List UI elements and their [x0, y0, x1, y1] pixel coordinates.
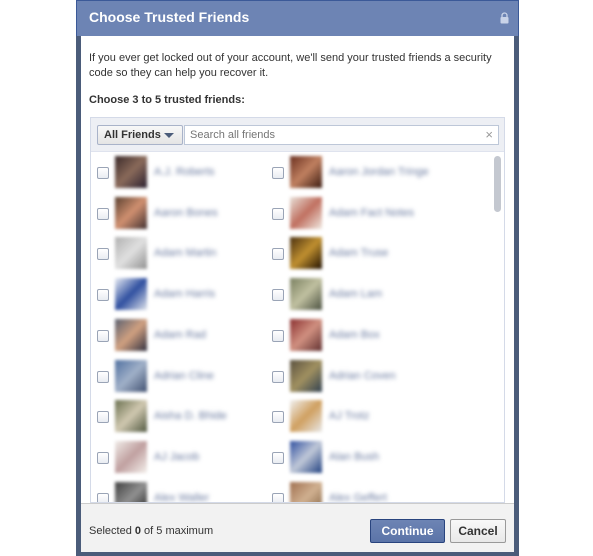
friend-checkbox[interactable]: [272, 411, 284, 424]
friend-list-item[interactable]: Aaron Bones: [97, 196, 277, 231]
avatar: [115, 318, 147, 351]
friend-checkbox[interactable]: [97, 411, 109, 424]
avatar: [290, 440, 322, 473]
friend-list-item[interactable]: A.J. Roberts: [97, 156, 277, 190]
selected-count-text: Selected 0 of 5 maximum: [89, 525, 213, 537]
friend-name: Aaron Jordan Tringe: [329, 166, 429, 178]
friend-name: AJ Trotz: [329, 410, 370, 423]
friend-list-item[interactable]: Aisha D. Bhide: [97, 400, 277, 434]
avatar: [290, 156, 322, 188]
friend-list-item[interactable]: Adam Box: [272, 318, 452, 353]
scrollbar-thumb[interactable]: [494, 156, 501, 212]
friend-name: Alan Bush: [329, 450, 380, 463]
friend-checkbox[interactable]: [97, 289, 109, 302]
friend-name: A.J. Roberts: [154, 166, 215, 178]
lock-icon: [500, 12, 509, 24]
friend-name: Aaron Bones: [154, 206, 218, 219]
friend-list-item[interactable]: AJ Jacob: [97, 440, 277, 475]
choose-label: Choose 3 to 5 trusted friends:: [89, 94, 245, 106]
friend-picker: All Friends × A.J. Roberts Aaron Jordan T…: [90, 117, 505, 503]
friend-list-item[interactable]: Adam Harris: [97, 278, 277, 312]
friend-filter-dropdown[interactable]: All Friends: [97, 125, 183, 145]
friend-checkbox[interactable]: [272, 329, 284, 342]
dialog-body: If you ever get locked out of your accou…: [81, 36, 514, 503]
friend-name: Adam Box: [329, 328, 380, 341]
friend-name: Adrian Coven: [329, 369, 396, 382]
friend-checkbox[interactable]: [272, 370, 284, 383]
friend-checkbox[interactable]: [272, 207, 284, 220]
screen: Choose Trusted Friends If you ever get l…: [0, 0, 593, 556]
friend-list-item[interactable]: Adam Lam: [272, 278, 452, 312]
friend-name: Adam Lam: [329, 288, 383, 301]
friend-list-item[interactable]: Adam Rad: [97, 318, 277, 353]
chevron-down-icon: [164, 133, 174, 138]
continue-button[interactable]: Continue: [370, 519, 445, 543]
friend-name: Adam Harris: [154, 288, 216, 301]
friend-name: Adam Fact Notes: [329, 206, 414, 219]
friend-checkbox[interactable]: [97, 329, 109, 342]
friend-name: Adam Rad: [154, 328, 206, 341]
avatar: [290, 196, 322, 229]
trusted-friends-dialog: Choose Trusted Friends If you ever get l…: [76, 0, 519, 556]
picker-toolbar: All Friends ×: [91, 118, 504, 152]
avatar: [290, 481, 322, 502]
friend-filter-label: All Friends: [104, 129, 161, 141]
friend-checkbox[interactable]: [97, 370, 109, 383]
avatar: [115, 481, 147, 502]
dialog-header: Choose Trusted Friends: [76, 0, 519, 36]
friend-list-item[interactable]: Alex Waller: [97, 481, 277, 502]
selected-suffix: of 5 maximum: [141, 525, 214, 537]
friend-list[interactable]: A.J. Roberts Aaron Jordan Tringe Aaron Bon…: [91, 152, 504, 502]
friend-search-input[interactable]: [190, 129, 460, 141]
friend-list-item[interactable]: Alex Geffert: [272, 481, 452, 502]
friend-list-item[interactable]: Adam Martin: [97, 237, 277, 271]
avatar: [115, 440, 147, 473]
avatar: [115, 196, 147, 229]
dialog-title: Choose Trusted Friends: [89, 9, 250, 25]
cancel-button[interactable]: Cancel: [450, 519, 506, 543]
friend-checkbox[interactable]: [272, 289, 284, 302]
friend-name: AJ Jacob: [154, 450, 200, 463]
friend-name: Adrian Cline: [154, 369, 214, 382]
avatar: [290, 359, 322, 392]
friend-list-item[interactable]: Adam Truse: [272, 237, 452, 271]
friend-checkbox[interactable]: [97, 207, 109, 220]
avatar: [290, 400, 322, 433]
friend-checkbox[interactable]: [97, 248, 109, 261]
friend-list-item[interactable]: Alan Bush: [272, 440, 452, 475]
dialog-footer: Selected 0 of 5 maximum Continue Cancel: [81, 503, 514, 552]
friend-name: Adam Truse: [329, 247, 389, 260]
avatar: [290, 318, 322, 351]
avatar: [115, 237, 147, 270]
intro-text: If you ever get locked out of your accou…: [89, 52, 492, 79]
friend-checkbox[interactable]: [272, 492, 284, 502]
friend-list-item[interactable]: Adam Fact Notes: [272, 196, 452, 231]
avatar: [115, 400, 147, 433]
friend-search-box: ×: [184, 125, 499, 145]
friend-list-item[interactable]: Adrian Coven: [272, 359, 452, 394]
friend-name: Alex Waller: [154, 491, 210, 502]
friend-list-item[interactable]: Adrian Cline: [97, 359, 277, 394]
friend-list-item[interactable]: Aaron Jordan Tringe: [272, 156, 452, 190]
friend-name: Adam Martin: [154, 247, 217, 260]
friend-name: Aisha D. Bhide: [154, 410, 227, 423]
avatar: [115, 359, 147, 392]
friend-checkbox[interactable]: [97, 492, 109, 502]
friend-checkbox[interactable]: [97, 167, 109, 179]
avatar: [290, 278, 322, 311]
selected-prefix: Selected: [89, 525, 135, 537]
avatar: [115, 278, 147, 311]
friend-checkbox[interactable]: [272, 248, 284, 261]
close-icon[interactable]: ×: [485, 126, 493, 144]
friend-checkbox[interactable]: [272, 167, 284, 179]
friend-checkbox[interactable]: [97, 451, 109, 464]
avatar: [115, 156, 147, 188]
friend-checkbox[interactable]: [272, 451, 284, 464]
friend-list-item[interactable]: AJ Trotz: [272, 400, 452, 434]
friend-name: Alex Geffert: [329, 491, 387, 502]
avatar: [290, 237, 322, 270]
